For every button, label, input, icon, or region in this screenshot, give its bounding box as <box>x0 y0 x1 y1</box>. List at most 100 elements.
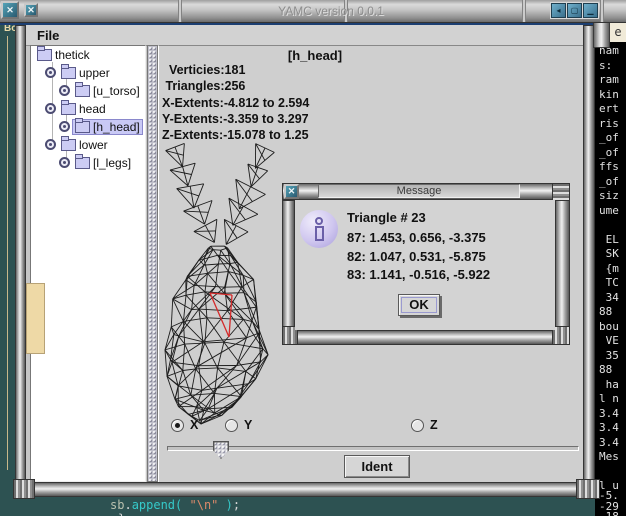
tree-expand-handle-icon[interactable] <box>59 157 70 168</box>
terminal-line: bou <box>599 320 619 333</box>
terminal-line: 3.4 <box>599 421 619 434</box>
dialog-border-left <box>282 200 295 331</box>
code-token: sb <box>110 498 124 512</box>
terminal-line: _of <box>599 175 619 188</box>
close-icon[interactable]: ✕ <box>1 1 19 19</box>
tree-item-label: thetick <box>55 48 90 62</box>
ident-button[interactable]: Ident <box>344 455 410 478</box>
pipe-joint-bottom-left <box>13 479 35 499</box>
slider-thumb[interactable] <box>213 441 229 459</box>
tree-expand-handle-icon[interactable] <box>45 67 56 78</box>
radio-circle-icon[interactable] <box>225 419 238 432</box>
terminal-line: 88 <box>599 305 612 318</box>
background-terminal: nams:ramkinertris_of_offfs_ofsizume EL S… <box>595 0 626 516</box>
terminal-line: EL <box>599 233 619 246</box>
terminal-line: 3.4 <box>599 436 619 449</box>
tree-expand-handle-icon[interactable] <box>45 103 56 114</box>
code-token: ( <box>175 498 189 512</box>
terminal-line: kin <box>599 88 619 101</box>
radio-z[interactable]: Z <box>411 418 438 432</box>
stat-line: Triangles:256 <box>162 78 309 94</box>
radio-circle-icon[interactable] <box>171 419 184 432</box>
tree-expand-handle-icon[interactable] <box>45 139 56 150</box>
tree-panel[interactable]: thetick upper [u_torso]head [h_head]lower [l… <box>30 45 146 482</box>
terminal-line: 88 <box>599 363 612 376</box>
tree-scrollbar[interactable] <box>147 45 158 482</box>
window-border-right <box>583 25 595 482</box>
folder-icon <box>61 103 76 115</box>
radio-label: Y <box>244 418 252 432</box>
tree-item-content[interactable]: [h_head] <box>73 120 142 134</box>
tree-item-l_legs[interactable]: [l_legs] <box>31 154 145 171</box>
terminal-line: TC <box>599 276 619 289</box>
tree-item-content[interactable]: head <box>59 102 108 116</box>
terminal-line: ert <box>599 102 619 115</box>
close-icon[interactable]: ✕ <box>24 3 38 17</box>
tree-item-content[interactable]: [u_torso] <box>73 84 142 98</box>
tree-item-thetick[interactable]: thetick <box>31 46 145 63</box>
terminal-line: SK <box>599 247 619 260</box>
tree-item-lower[interactable]: lower <box>31 136 145 153</box>
message-dialog: ✕ Message Triangle # 23 87: 1.453, 0.656… <box>282 183 570 345</box>
tree-item-label: [u_torso] <box>93 84 140 98</box>
tree-item-head[interactable]: head <box>31 100 145 117</box>
background-scrollbar-thumb <box>26 283 45 354</box>
dialog-content: Triangle # 23 87: 1.453, 0.656, -3.37582… <box>295 200 555 330</box>
titlebar-ridge <box>522 0 526 22</box>
menu-file[interactable]: File <box>37 28 59 43</box>
terminal-line: ris <box>599 117 619 130</box>
stat-line: X-Extents:-4.812 to 2.594 <box>162 95 309 111</box>
terminal-line: Mes <box>599 450 619 463</box>
dialog-border-right <box>555 200 570 331</box>
folder-icon <box>75 85 90 97</box>
shade-icon[interactable]: ◂ <box>551 3 566 18</box>
code-line-2: } <box>118 512 125 516</box>
tree-item-upper[interactable]: upper <box>31 64 145 81</box>
tree-expand-handle-icon[interactable] <box>59 121 70 132</box>
dialog-coord-line: 83: 1.141, -0.516, -5.922 <box>347 266 490 285</box>
dialog-coord-line: 87: 1.453, 0.656, -3.375 <box>347 229 490 248</box>
terminal-line: l n <box>599 392 619 405</box>
tree-item-label: upper <box>79 66 110 80</box>
dialog-heading: Triangle # 23 <box>347 210 426 225</box>
close-icon[interactable]: ✕ <box>284 184 299 199</box>
minimize-icon[interactable]: ▁ <box>583 3 598 18</box>
tree-item-content[interactable]: upper <box>59 66 112 80</box>
folder-icon <box>75 121 90 133</box>
folder-icon <box>75 157 90 169</box>
window-border-left <box>15 25 26 482</box>
folder-icon <box>61 139 76 151</box>
info-icon <box>300 210 338 248</box>
radio-label: Z <box>430 418 438 432</box>
code-token: ; <box>233 498 240 512</box>
pipe-joint-bottom-right <box>576 479 600 499</box>
tree-item-u_torso[interactable]: [u_torso] <box>31 82 145 99</box>
code-token: append <box>132 498 175 512</box>
terminal-line: VE <box>599 334 619 347</box>
code-token: . <box>124 498 131 512</box>
maximize-icon[interactable]: ▢ <box>567 3 582 18</box>
window-titlebar[interactable]: YAMC version 0.0.1 ✕ ✕ ◂ ▢ ▁ <box>0 0 626 23</box>
tree-item-content[interactable]: lower <box>59 138 110 152</box>
dialog-border-bottom <box>282 330 570 345</box>
pipe-elbow-top-right <box>593 22 610 48</box>
terminal-line: ffs <box>599 160 619 173</box>
tree-expand-handle-icon[interactable] <box>59 85 70 96</box>
radio-circle-icon[interactable] <box>411 419 424 432</box>
tree-item-content[interactable]: thetick <box>35 48 92 62</box>
tree-item-h_head[interactable]: [h_head] <box>31 118 145 135</box>
folder-icon <box>37 49 52 61</box>
code-token: ) <box>218 498 232 512</box>
stat-line: Verticies:181 <box>162 62 309 78</box>
stats-block: Verticies:181 Triangles:256X-Extents:-4.… <box>162 62 309 143</box>
tree-item-content[interactable]: [l_legs] <box>73 156 133 170</box>
radio-x[interactable]: X <box>171 418 198 432</box>
radio-y[interactable]: Y <box>225 418 252 432</box>
terminal-line: _of <box>599 131 619 144</box>
radio-label: X <box>190 418 198 432</box>
info-icon-stem <box>315 226 324 241</box>
terminal-line: ram <box>599 73 619 86</box>
window-title: YAMC version 0.0.1 <box>236 4 426 18</box>
ok-button[interactable]: OK <box>398 294 440 316</box>
terminal-line: 35 <box>599 349 619 362</box>
